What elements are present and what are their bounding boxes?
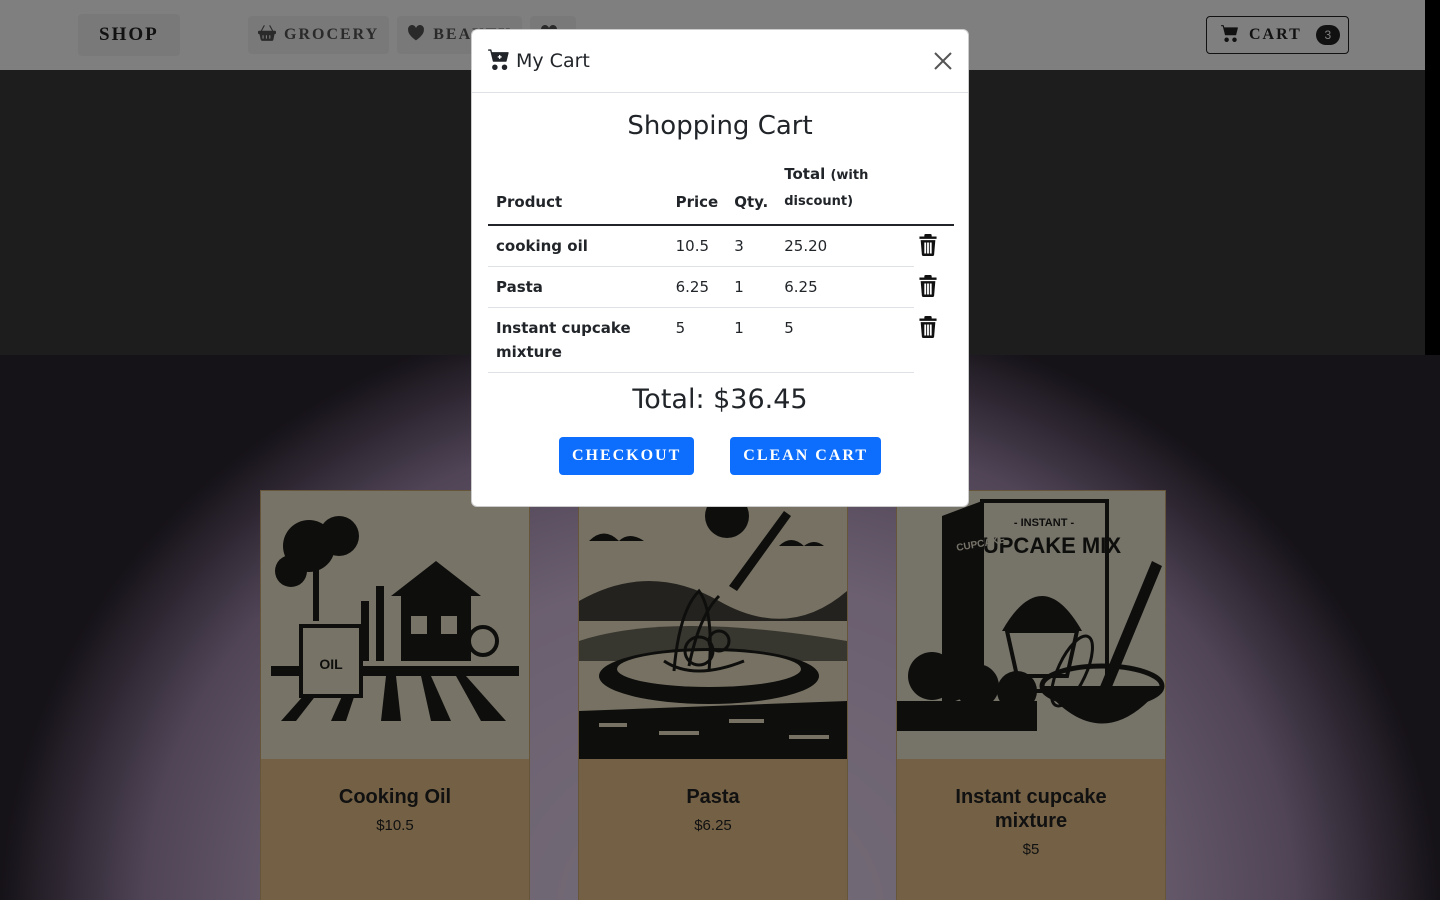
table-header-row: Product Price Qty. Total (with discount)	[488, 158, 954, 226]
item-actions	[914, 225, 954, 267]
item-price: 5	[667, 307, 727, 373]
cart-modal: My Cart Shopping Cart Product Price Qty.…	[471, 29, 969, 507]
modal-title-text: My Cart	[516, 50, 590, 72]
item-qty: 3	[726, 225, 777, 267]
trash-icon[interactable]	[918, 234, 938, 256]
column-header-qty: Qty.	[726, 158, 777, 226]
item-qty: 1	[726, 307, 777, 373]
item-actions	[914, 308, 954, 373]
clean-cart-button[interactable]: CLEAN CART	[730, 437, 882, 475]
column-header-actions	[914, 158, 954, 226]
modal-title: My Cart	[488, 48, 590, 75]
close-button[interactable]	[932, 50, 954, 72]
item-name: Instant cupcake mixture	[488, 307, 668, 373]
item-name: Pasta	[488, 266, 668, 308]
cart-heading: Shopping Cart	[627, 111, 813, 141]
checkout-button[interactable]: CHECKOUT	[558, 437, 695, 475]
item-total: 25.20	[776, 225, 915, 267]
item-qty: 1	[726, 266, 777, 308]
item-total: 5	[776, 307, 915, 373]
close-icon	[934, 52, 952, 70]
column-header-product: Product	[488, 158, 668, 226]
column-header-price: Price	[667, 158, 727, 226]
table-row: cooking oil 10.5 3 25.20	[488, 225, 954, 267]
table-row: Instant cupcake mixture 5 1 5	[488, 307, 954, 373]
cart-grand-total: Total: $36.45	[632, 384, 808, 415]
modal-actions: CHECKOUT CLEAN CART	[472, 437, 968, 475]
column-header-total-label: Total	[784, 165, 826, 183]
trash-icon[interactable]	[918, 315, 938, 338]
modal-header: My Cart	[472, 30, 968, 93]
modal-body: Shopping Cart	[472, 111, 968, 141]
item-price: 10.5	[667, 225, 727, 267]
cart-table: Product Price Qty. Total (with discount)…	[488, 158, 954, 373]
column-header-total: Total (with discount)	[776, 158, 915, 226]
item-total: 6.25	[776, 266, 915, 308]
item-actions	[914, 267, 954, 308]
cart-plus-icon	[488, 48, 510, 75]
trash-icon[interactable]	[918, 274, 938, 297]
item-name: cooking oil	[488, 225, 668, 267]
table-row: Pasta 6.25 1 6.25	[488, 266, 954, 308]
item-price: 6.25	[667, 266, 727, 308]
